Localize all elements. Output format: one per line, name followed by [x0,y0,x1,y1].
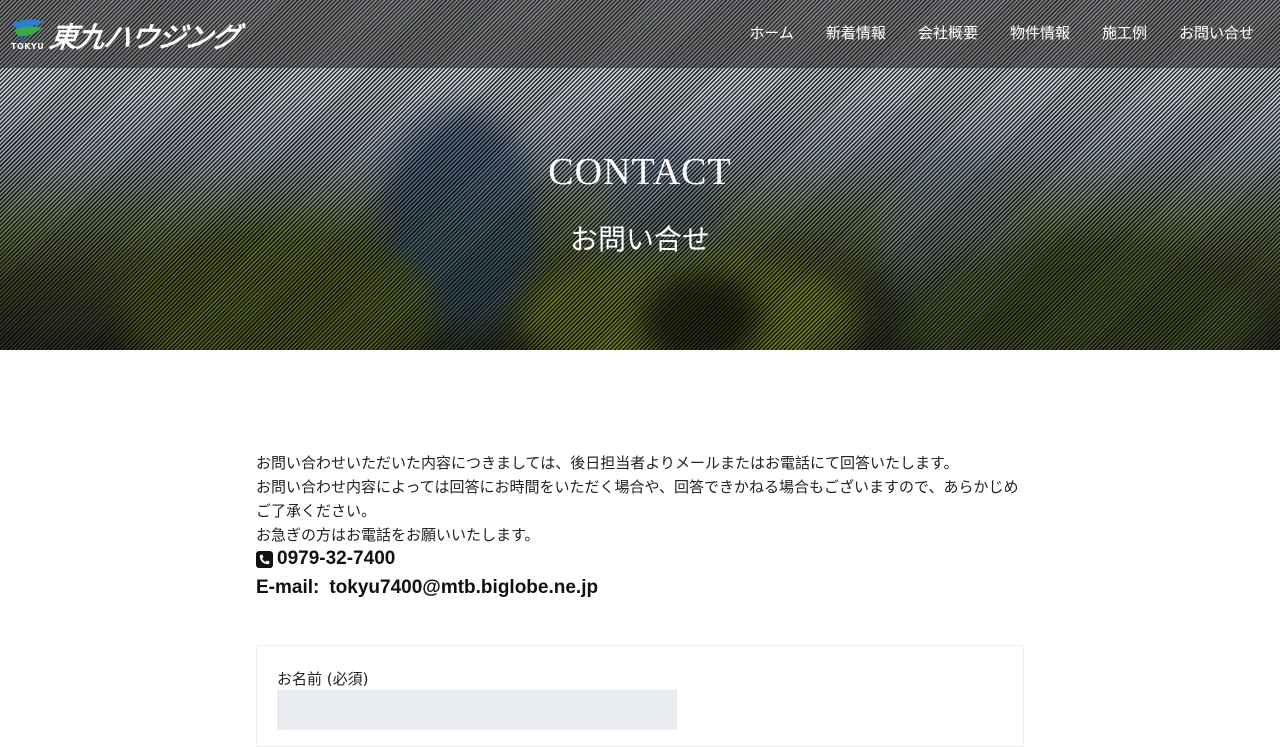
email-label: E-mail: [256,577,320,598]
intro-line-1: お問い合わせいただいた内容につきましては、後日担当者よりメールまたはお電話にて回… [256,454,959,472]
main-nav: ホーム 新着情報 会社概要 物件情報 施工例 お問い合せ [733,0,1270,64]
nav-company[interactable]: 会社概要 [902,22,994,43]
site-logo[interactable]: TOKYU 東九ハウジング [10,14,270,54]
nav-home[interactable]: ホーム [733,22,810,43]
nav-properties[interactable]: 物件情報 [994,22,1086,43]
nav-works[interactable]: 施工例 [1086,22,1163,43]
email-address[interactable]: tokyu7400@mtb.biglobe.ne.jp [329,577,598,598]
phone-number: 0979-32-7400 [277,548,396,569]
phone-line[interactable]: 0979-32-7400 [256,548,395,570]
phone-icon [256,550,273,568]
name-field-label: お名前 (必須) [277,670,369,688]
contact-form: お名前 (必須) [256,645,1024,747]
nav-news[interactable]: 新着情報 [810,22,902,43]
hero-title: CONTACT [548,151,732,193]
contact-intro: お問い合わせいただいた内容につきましては、後日担当者よりメールまたはお電話にて回… [256,451,1026,547]
intro-line-2: お問い合わせ内容によっては回答にお時間をいただく場合や、回答できかねる場合もござ… [256,478,1019,520]
logo-text: 東九ハウジング [47,21,242,54]
site-header: TOKYU 東九ハウジング ホーム 新着情報 会社概要 物件情報 施工例 お問い… [0,0,1280,68]
name-field[interactable] [277,690,677,730]
hero-subtitle: お問い合せ [569,223,710,256]
intro-line-3: お急ぎの方はお電話をお願いいたします。 [256,526,540,544]
email-line: E-mail: tokyu7400@mtb.biglobe.ne.jp [256,577,598,599]
logo-sub-text: TOKYU [11,42,45,51]
nav-contact[interactable]: お問い合せ [1163,22,1270,43]
